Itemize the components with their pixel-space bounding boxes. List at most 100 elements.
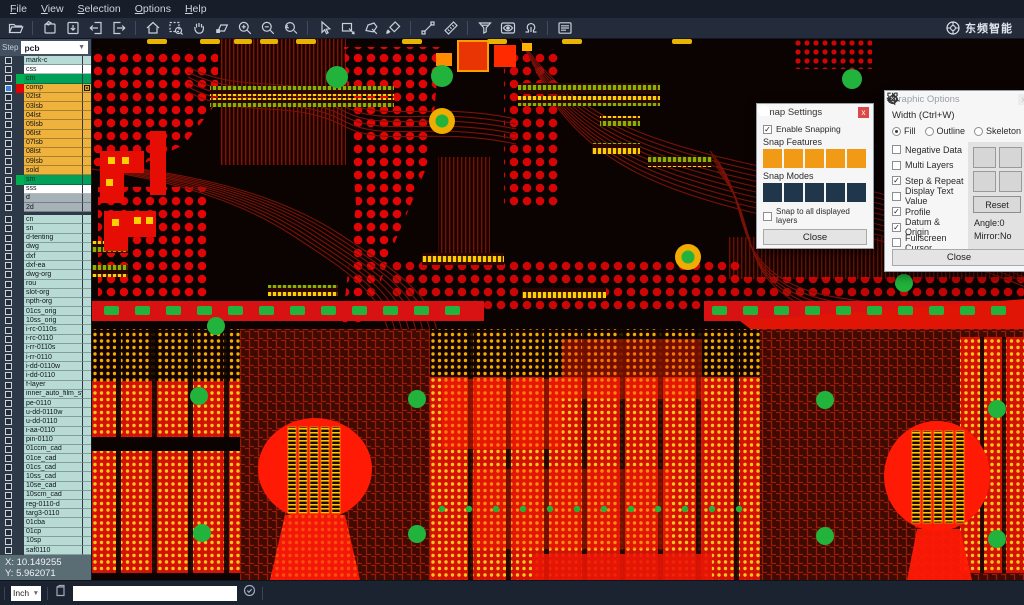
layer-visibility-checkbox[interactable]	[0, 335, 16, 344]
layer-row-d-tenting[interactable]: d-tenting	[0, 234, 91, 243]
layer-name[interactable]: 04lst	[24, 111, 82, 120]
layer-visibility-checkbox[interactable]	[0, 454, 16, 463]
layer-name[interactable]: saf0110	[24, 546, 82, 555]
pcb-canvas[interactable]: Snap Settings x Enable Snapping Snap Fea…	[91, 39, 1024, 580]
checkbox[interactable]	[892, 192, 901, 201]
layer-row-cn[interactable]: cn	[0, 215, 91, 224]
layer-visibility-checkbox[interactable]	[0, 482, 16, 491]
layer-name[interactable]: 09lsb	[24, 157, 82, 166]
layer-row-04lst[interactable]: 04lst	[0, 111, 91, 120]
layer-visibility-checkbox[interactable]	[0, 528, 16, 537]
layer-visibility-checkbox[interactable]	[0, 537, 16, 546]
layer-visibility-checkbox[interactable]	[0, 234, 16, 243]
layer-visibility-checkbox[interactable]	[0, 280, 16, 289]
checkbox[interactable]	[763, 212, 772, 221]
snap-mode-slot-button[interactable]	[826, 183, 845, 202]
select-arrow-icon[interactable]	[314, 19, 335, 38]
home-icon[interactable]	[142, 19, 163, 38]
step-select[interactable]: pcb ▼	[21, 41, 88, 54]
checkbox[interactable]	[892, 207, 901, 216]
layer-name[interactable]: 01ce_cad	[24, 454, 82, 463]
checkbox[interactable]	[892, 176, 901, 185]
layer-visibility-checkbox[interactable]	[0, 463, 16, 472]
layer-row-07lsb[interactable]: 07lsb	[0, 139, 91, 148]
layer-visibility-checkbox[interactable]	[0, 185, 16, 194]
layer-row-comp[interactable]: comp	[0, 84, 91, 93]
layer-name[interactable]: 02lst	[24, 93, 82, 102]
open-folder-icon[interactable]	[5, 19, 26, 38]
layer-visibility-checkbox[interactable]	[0, 166, 16, 175]
layer-visibility-checkbox[interactable]	[0, 139, 16, 148]
layer-row-inner_auto_film_symb[interactable]: inner_auto_film_symb	[0, 390, 91, 399]
zoom-in-icon[interactable]	[234, 19, 255, 38]
radio-skeleton[interactable]: Skeleton	[974, 126, 1021, 136]
layer-row-rou[interactable]: rou	[0, 280, 91, 289]
layer-row-10ss_orig[interactable]: 10ss_orig	[0, 316, 91, 325]
layer-row-dxf-ea[interactable]: dxf-ea	[0, 261, 91, 270]
layer-visibility-checkbox[interactable]	[0, 491, 16, 500]
eye-icon[interactable]	[497, 19, 518, 38]
zoom-out-icon[interactable]	[257, 19, 278, 38]
layer-name[interactable]: reg-0110-d	[24, 500, 82, 509]
snap-feature-circle-button[interactable]	[784, 149, 803, 168]
layer-visibility-checkbox[interactable]	[0, 344, 16, 353]
layer-row-09lsb[interactable]: 09lsb	[0, 157, 91, 166]
layer-visibility-checkbox[interactable]	[0, 93, 16, 102]
layer-name[interactable]: cm	[24, 74, 82, 83]
layer-visibility-checkbox[interactable]	[0, 500, 16, 509]
select-polygon-icon[interactable]	[360, 19, 381, 38]
layer-visibility-checkbox[interactable]	[0, 298, 16, 307]
snap-feature-arc-button[interactable]	[826, 149, 845, 168]
layer-visibility-checkbox[interactable]	[0, 111, 16, 120]
layer-row-pin-0110[interactable]: pin-0110	[0, 436, 91, 445]
snap-mode-contour-button[interactable]	[847, 183, 866, 202]
layer-visibility-checkbox[interactable]	[0, 399, 16, 408]
layer-name[interactable]: sold	[24, 166, 82, 175]
layer-row-targ3-0110[interactable]: targ3-0110	[0, 509, 91, 518]
layer-name[interactable]: u-dd-0110w	[24, 408, 82, 417]
layer-name[interactable]: i-dd-0110w	[24, 362, 82, 371]
menu-selection[interactable]: Selection	[72, 1, 129, 17]
rotate-cw-button[interactable]	[973, 147, 996, 168]
layer-row-i-rr-0110[interactable]: i-rr-0110	[0, 353, 91, 362]
checkbox[interactable]	[892, 161, 901, 170]
layer-name[interactable]: comp	[24, 84, 82, 93]
layer-name[interactable]: f-layer	[24, 381, 82, 390]
layer-visibility-checkbox[interactable]	[0, 270, 16, 279]
layer-name[interactable]: i-rc-0110s	[24, 325, 82, 334]
layer-visibility-checkbox[interactable]	[0, 120, 16, 129]
layer-row-sold[interactable]: sold	[0, 166, 91, 175]
layer-name[interactable]: 10scm_cad	[24, 491, 82, 500]
layer-name[interactable]: 06lst	[24, 130, 82, 139]
layer-visibility-checkbox[interactable]	[0, 371, 16, 380]
layer-row-reg-0110-d[interactable]: reg-0110-d	[0, 500, 91, 509]
layer-visibility-checkbox[interactable]	[0, 289, 16, 298]
checkbox[interactable]	[892, 238, 901, 247]
layer-visibility-checkbox[interactable]	[0, 261, 16, 270]
layer-name[interactable]: 01cs_orig	[24, 307, 82, 316]
layer-row-05lsb[interactable]: 05lsb	[0, 120, 91, 129]
layer-name[interactable]: pin-0110	[24, 436, 82, 445]
layer-row-sss[interactable]: sss	[0, 185, 91, 194]
layer-name[interactable]: 05lsb	[24, 120, 82, 129]
checkbox[interactable]	[763, 125, 772, 134]
layer-row-pe-0110[interactable]: pe-0110	[0, 399, 91, 408]
layer-visibility-checkbox[interactable]	[0, 325, 16, 334]
layer-row-10se_cad[interactable]: 10se_cad	[0, 482, 91, 491]
layer-name[interactable]: i-aa-0110	[24, 427, 82, 436]
layer-row-01ce_cad[interactable]: 01ce_cad	[0, 454, 91, 463]
snap-feature-surface-button[interactable]	[805, 149, 824, 168]
apply-icon[interactable]	[243, 584, 256, 602]
layer-name[interactable]: sss	[24, 185, 82, 194]
layer-name[interactable]: i-rc-0110	[24, 335, 82, 344]
layer-visibility-checkbox[interactable]	[0, 353, 16, 362]
layer-name[interactable]: 10ss_orig	[24, 316, 82, 325]
layer-name[interactable]: dwg	[24, 243, 82, 252]
layer-name[interactable]: dwg-org	[24, 270, 82, 279]
layer-name[interactable]: css	[24, 65, 82, 74]
layer-row-i-aa-0110[interactable]: i-aa-0110	[0, 427, 91, 436]
layer-visibility-checkbox[interactable]	[0, 436, 16, 445]
layer-row-i-rr-0110s[interactable]: i-rr-0110s	[0, 344, 91, 353]
option-display-text-value[interactable]: Display Text Value	[892, 189, 964, 205]
notes-panel-icon[interactable]	[554, 19, 575, 38]
